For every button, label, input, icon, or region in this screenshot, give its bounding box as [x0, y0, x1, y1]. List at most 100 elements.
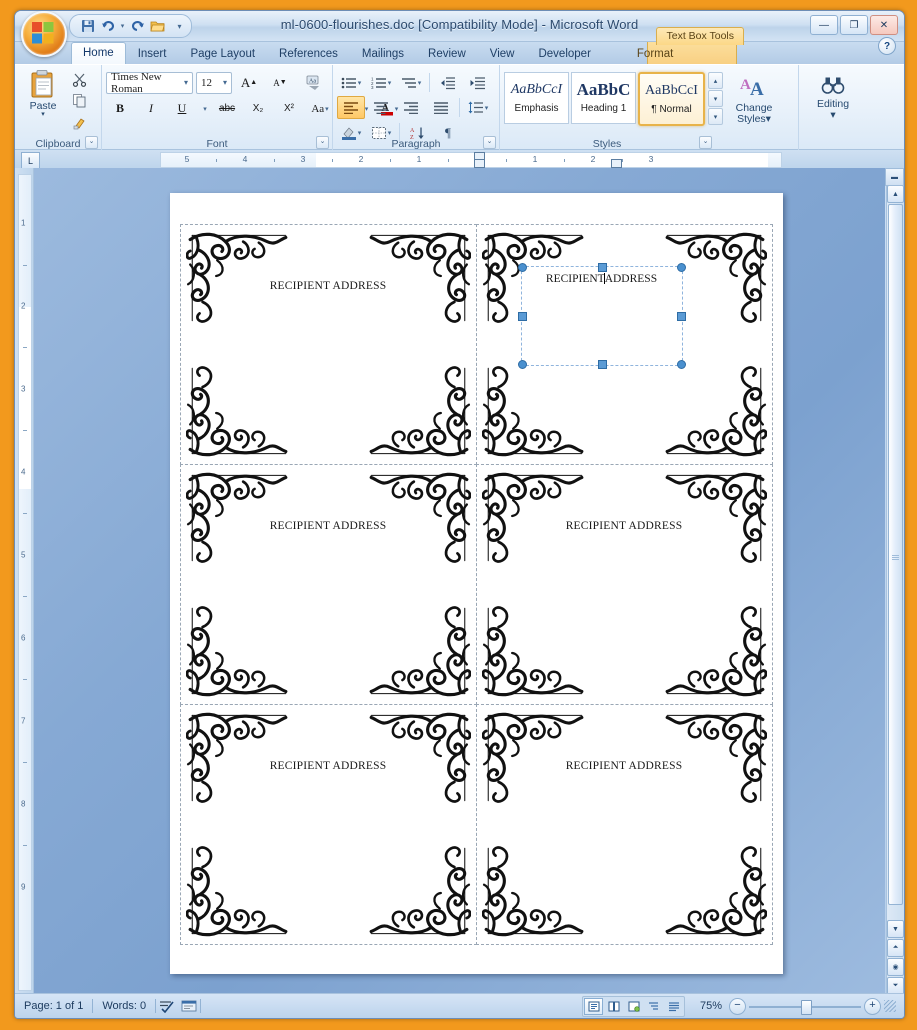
tab-review[interactable]: Review: [416, 44, 478, 64]
scroll-up-button[interactable]: ▲: [887, 185, 904, 203]
styles-scroll-up-button[interactable]: ▴: [708, 72, 723, 89]
table-row[interactable]: RECIPIENTADDRESS: [475, 223, 773, 465]
tab-page-layout[interactable]: Page Layout: [178, 44, 267, 64]
label-text[interactable]: RECIPIENT ADDRESS: [181, 280, 476, 292]
word-count[interactable]: Words: 0: [93, 998, 155, 1014]
tab-developer[interactable]: Developer: [526, 44, 602, 64]
clipboard-dialog-launcher[interactable]: ⌄: [85, 136, 98, 149]
zoom-slider-handle[interactable]: [801, 999, 812, 1015]
table-row[interactable]: RECIPIENT ADDRESS: [179, 703, 477, 945]
zoom-slider[interactable]: [749, 999, 861, 1015]
resize-handle-middle-right[interactable]: [676, 311, 686, 321]
table-row[interactable]: RECIPIENT ADDRESS: [179, 223, 477, 465]
help-button[interactable]: ?: [878, 37, 896, 55]
change-case-button[interactable]: Aa ▾: [306, 97, 334, 120]
minimize-button[interactable]: —: [810, 15, 838, 35]
copy-button[interactable]: [69, 91, 89, 110]
horizontal-ruler[interactable]: L 5 4 3 2 1 1 2 3: [15, 150, 904, 169]
restore-button[interactable]: ❐: [840, 15, 868, 35]
font-size-combo[interactable]: 12 ▾: [195, 71, 232, 94]
table-row[interactable]: RECIPIENT ADDRESS: [475, 463, 773, 705]
bullets-button[interactable]: ▾: [337, 71, 365, 94]
table-row[interactable]: RECIPIENT ADDRESS: [179, 463, 477, 705]
superscript-button[interactable]: X²: [275, 97, 303, 120]
web-layout-view-button[interactable]: [624, 998, 643, 1015]
selected-text-box[interactable]: RECIPIENTADDRESS: [517, 262, 686, 369]
page-indicator[interactable]: Page: 1 of 1: [15, 998, 92, 1014]
zoom-out-button[interactable]: −: [729, 997, 746, 1015]
label-text[interactable]: RECIPIENT ADDRESS: [477, 520, 772, 532]
tab-view[interactable]: View: [478, 44, 527, 64]
styles-more-button[interactable]: ▾: [708, 108, 723, 125]
change-styles-button[interactable]: A A Change Styles▾: [729, 72, 779, 139]
hanging-indent-marker[interactable]: [474, 159, 485, 168]
multilevel-list-button[interactable]: ▾: [397, 71, 425, 94]
format-painter-button[interactable]: [69, 113, 89, 132]
split-window-button[interactable]: ▬: [885, 168, 904, 186]
label-text[interactable]: RECIPIENT ADDRESS: [181, 520, 476, 532]
language-button[interactable]: [178, 998, 200, 1014]
tab-format[interactable]: Format: [625, 44, 685, 64]
grow-font-button[interactable]: A ▲: [235, 71, 263, 94]
align-left-button[interactable]: [337, 96, 365, 119]
line-spacing-button[interactable]: ▾: [464, 96, 492, 119]
subscript-button[interactable]: X₂: [244, 97, 272, 120]
window-resize-grip[interactable]: [884, 1000, 896, 1012]
styles-scroll-down-button[interactable]: ▾: [708, 90, 723, 107]
paste-dropdown-arrow[interactable]: ▾: [41, 111, 45, 118]
resize-handle-top-left[interactable]: [517, 262, 527, 272]
font-dialog-launcher[interactable]: ⌄: [316, 136, 329, 149]
vertical-scrollbar[interactable]: ▬ ▲ ▼ ⏶ ◉ ⏷: [885, 168, 904, 997]
style-normal[interactable]: AaBbCcI ¶ Normal: [638, 72, 705, 126]
resize-handle-top-center[interactable]: [597, 262, 607, 272]
zoom-level-label[interactable]: 75%: [688, 1000, 726, 1012]
outline-view-button[interactable]: [644, 998, 663, 1015]
full-screen-reading-view-button[interactable]: [604, 998, 623, 1015]
shrink-font-button[interactable]: A ▼: [266, 71, 294, 94]
cut-button[interactable]: [69, 70, 89, 89]
tab-stop-selector[interactable]: L: [21, 152, 40, 169]
paste-button[interactable]: Paste ▾: [19, 67, 67, 133]
label-text[interactable]: RECIPIENT ADDRESS: [477, 760, 772, 772]
bold-button[interactable]: B: [106, 97, 134, 120]
resize-handle-bottom-center[interactable]: [597, 359, 607, 369]
draft-view-button[interactable]: [664, 998, 683, 1015]
right-indent-marker[interactable]: [611, 159, 622, 168]
tab-mailings[interactable]: Mailings: [350, 44, 416, 64]
scroll-down-button[interactable]: ▼: [887, 920, 904, 938]
text-box-content[interactable]: RECIPIENTADDRESS: [522, 272, 682, 285]
decrease-indent-button[interactable]: [434, 71, 462, 94]
select-browse-object-button[interactable]: ◉: [887, 958, 904, 976]
table-row[interactable]: RECIPIENT ADDRESS: [475, 703, 773, 945]
previous-object-button[interactable]: ⏶: [887, 939, 904, 957]
underline-button[interactable]: U: [168, 97, 196, 120]
resize-handle-bottom-left[interactable]: [517, 359, 527, 369]
document-canvas[interactable]: RECIPIENT ADDRESS RECIPIENTADDRESS RECIP…: [34, 168, 885, 997]
tab-insert[interactable]: Insert: [126, 44, 179, 64]
numbering-button[interactable]: 1 2 3 ▾: [367, 71, 395, 94]
editing-button[interactable]: Editing ▾: [808, 72, 858, 139]
italic-button[interactable]: I: [137, 97, 165, 120]
proofing-status-button[interactable]: [156, 998, 178, 1014]
styles-dialog-launcher[interactable]: ⌄: [699, 136, 712, 149]
align-right-button[interactable]: [397, 96, 425, 119]
vertical-ruler[interactable]: 1 2 3 4 5 6 7 8 9: [15, 168, 34, 997]
resize-handle-top-right[interactable]: [676, 262, 686, 272]
office-button[interactable]: [21, 11, 67, 57]
align-center-button[interactable]: [367, 96, 395, 119]
font-name-combo[interactable]: Times New Roman ▾: [106, 71, 193, 95]
zoom-in-button[interactable]: +: [864, 997, 881, 1015]
resize-handle-middle-left[interactable]: [517, 311, 527, 321]
label-text[interactable]: RECIPIENT ADDRESS: [181, 760, 476, 772]
style-emphasis[interactable]: AaBbCcI Emphasis: [504, 72, 569, 124]
resize-handle-bottom-right[interactable]: [676, 359, 686, 369]
scrollbar-thumb[interactable]: [888, 204, 903, 905]
document-page[interactable]: RECIPIENT ADDRESS RECIPIENTADDRESS RECIP…: [170, 193, 783, 974]
tab-home[interactable]: Home: [71, 42, 126, 64]
justify-button[interactable]: [427, 96, 455, 119]
style-heading-1[interactable]: AaBbC Heading 1: [571, 72, 636, 124]
print-layout-view-button[interactable]: [584, 997, 603, 1015]
strikethrough-button[interactable]: abc: [213, 97, 241, 120]
close-button[interactable]: ✕: [870, 15, 898, 35]
paragraph-dialog-launcher[interactable]: ⌄: [483, 136, 496, 149]
